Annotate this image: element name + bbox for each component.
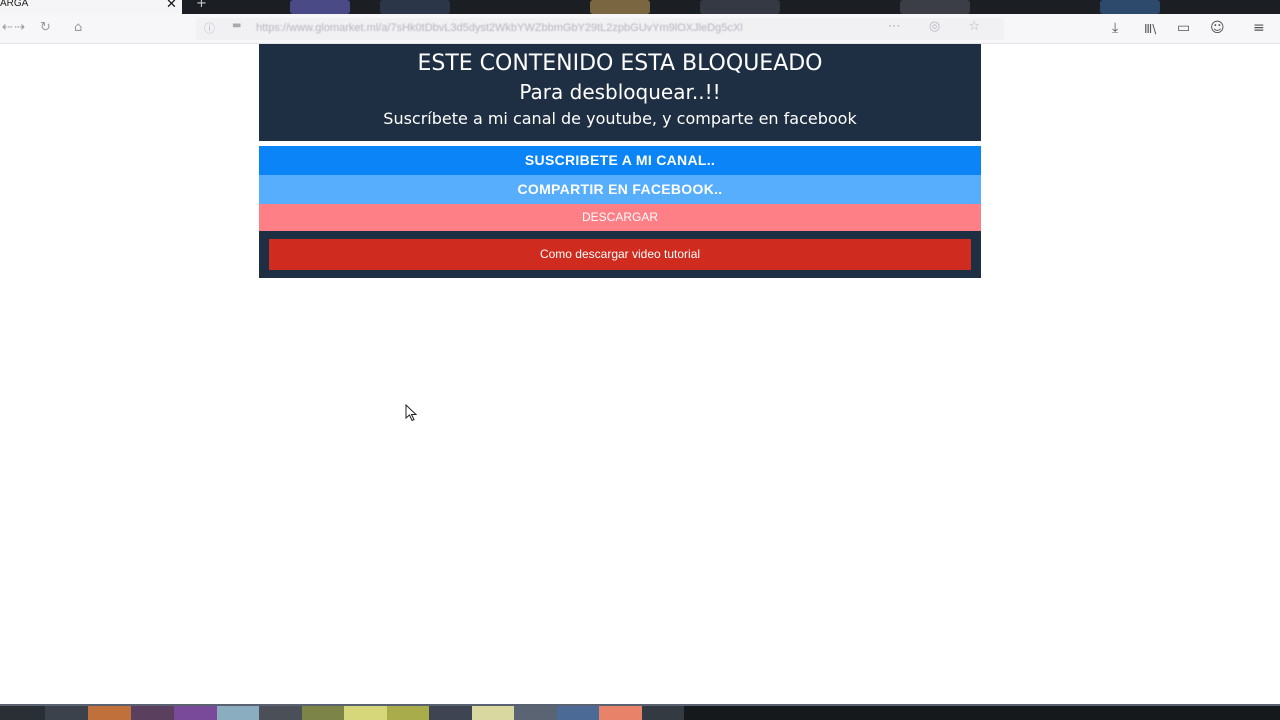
taskbar-app[interactable] — [429, 706, 472, 720]
browser-nav-bar: ⇠ ⇢ ↻ ⌂ ⓘ ▬ https://www.glomarket.ml/a/7… — [0, 14, 1280, 44]
tutorial-container: Como descargar video tutorial — [259, 231, 981, 278]
taskbar-app[interactable] — [45, 706, 88, 720]
background-tab[interactable] — [1100, 0, 1160, 14]
background-tab[interactable] — [590, 0, 650, 14]
taskbar-app[interactable] — [387, 706, 429, 720]
address-bar[interactable]: ⓘ ▬ https://www.glomarket.ml/a/7sHk0tDbv… — [196, 18, 1004, 40]
url-text[interactable]: https://www.glomarket.ml/a/7sHk0tDbvL3d5… — [256, 22, 906, 34]
close-tab-icon[interactable]: ✕ — [166, 0, 177, 12]
taskbar-app[interactable] — [557, 706, 599, 720]
new-tab-icon[interactable]: + — [196, 0, 207, 11]
content-locker: ESTE CONTENIDO ESTA BLOQUEADO Para desbl… — [259, 44, 981, 278]
account-icon[interactable]: ☺ — [1210, 20, 1225, 36]
background-tab[interactable] — [900, 0, 970, 14]
menu-icon[interactable]: ≡ — [1253, 20, 1265, 36]
background-tab[interactable] — [700, 0, 780, 14]
background-tab[interactable] — [290, 0, 350, 14]
taskbar-app[interactable] — [88, 706, 131, 720]
os-taskbar — [0, 704, 1280, 720]
taskbar-app[interactable] — [344, 706, 387, 720]
page-actions-icons[interactable]: ⋯ ◎ ☆ — [888, 19, 992, 34]
taskbar-app[interactable] — [642, 706, 684, 720]
download-icon[interactable]: ⤓ — [1112, 20, 1118, 36]
download-button[interactable]: DESCARGAR — [259, 204, 981, 231]
taskbar-app[interactable] — [514, 706, 557, 720]
permissions-icon[interactable]: ▬ — [232, 20, 241, 31]
share-facebook-button[interactable]: COMPARTIR EN FACEBOOK.. — [259, 175, 981, 204]
mouse-pointer-icon — [405, 404, 418, 422]
taskbar-app[interactable] — [259, 706, 302, 720]
home-icon[interactable]: ⌂ — [74, 20, 82, 35]
active-tab[interactable]: ARGA ✕ — [0, 0, 182, 14]
locker-header: ESTE CONTENIDO ESTA BLOQUEADO Para desbl… — [259, 44, 981, 141]
taskbar-app[interactable] — [174, 706, 217, 720]
forward-icon[interactable]: ⇢ — [14, 20, 25, 35]
subscribe-button[interactable]: SUSCRIBETE A MI CANAL.. — [259, 146, 981, 175]
back-icon[interactable]: ⇠ — [2, 20, 13, 35]
taskbar-app[interactable] — [472, 706, 514, 720]
locker-title: ESTE CONTENIDO ESTA BLOQUEADO — [417, 51, 823, 76]
background-tab[interactable] — [380, 0, 450, 14]
library-icon[interactable]: Ⅲ\ — [1144, 22, 1156, 36]
tab-title: ARGA — [0, 0, 29, 9]
taskbar-app[interactable] — [131, 706, 174, 720]
site-info-icon[interactable]: ⓘ — [204, 20, 215, 36]
sidebar-icon[interactable]: ▭ — [1177, 20, 1190, 36]
taskbar-app[interactable] — [0, 706, 45, 720]
locker-instruction: Suscríbete a mi canal de youtube, y comp… — [383, 109, 857, 128]
taskbar-app[interactable] — [302, 706, 344, 720]
taskbar-app[interactable] — [217, 706, 259, 720]
browser-tab-bar: ARGA ✕ + — [0, 0, 1280, 14]
locker-subtitle: Para desbloquear..!! — [519, 80, 721, 104]
reload-icon[interactable]: ↻ — [40, 20, 51, 35]
taskbar-app[interactable] — [599, 706, 642, 720]
tutorial-button[interactable]: Como descargar video tutorial — [269, 239, 971, 270]
